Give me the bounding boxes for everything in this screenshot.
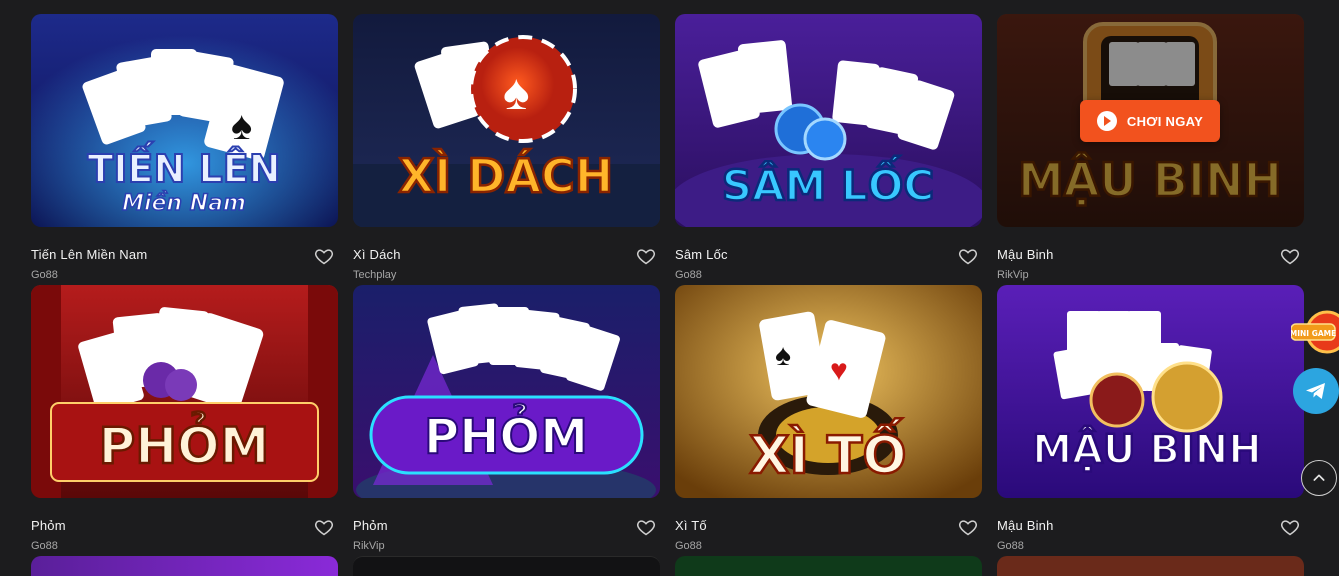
- svg-text:PHỎM: PHỎM: [99, 411, 270, 475]
- game-thumbnail[interactable]: ♠ XÌ DÁCH: [353, 14, 660, 227]
- game-meta: Xì Tố Go88: [675, 498, 982, 556]
- svg-text:♠: ♠: [775, 339, 791, 372]
- game-provider: Go88: [997, 540, 1024, 552]
- game-title[interactable]: Phỏm: [31, 518, 66, 533]
- svg-text:♠: ♠: [231, 104, 252, 148]
- favorite-heart-icon[interactable]: [958, 517, 978, 537]
- game-art: SÂM LỐC: [675, 14, 982, 227]
- favorite-heart-icon[interactable]: [636, 246, 656, 266]
- game-title[interactable]: Mậu Binh: [997, 518, 1054, 533]
- game-art: PHỎM: [31, 285, 338, 498]
- svg-text:XÌ DÁCH: XÌ DÁCH: [399, 149, 614, 203]
- game-meta: Tiến Lên Miền Nam Go88: [31, 227, 338, 285]
- game-title[interactable]: Tiến Lên Miền Nam: [31, 247, 147, 262]
- game-provider: Go88: [31, 540, 58, 552]
- game-meta: Mậu Binh RikVip: [997, 227, 1304, 285]
- game-thumbnail[interactable]: ♠ ♥ XÌ TỐ: [675, 285, 982, 498]
- svg-text:XÌ TỐ: XÌ TỐ: [749, 418, 906, 486]
- game-thumbnail[interactable]: PHỎM: [31, 285, 338, 498]
- favorite-heart-icon[interactable]: [1280, 517, 1300, 537]
- game-title[interactable]: Sâm Lốc: [675, 247, 728, 262]
- svg-text:PHỎM: PHỎM: [424, 403, 588, 465]
- game-thumbnail[interactable]: [353, 556, 660, 576]
- game-title[interactable]: Xì Dách: [353, 247, 401, 262]
- game-art: ♠ TIẾN LÊN Miền Nam: [31, 14, 338, 227]
- scroll-top-button[interactable]: [1301, 460, 1337, 496]
- chevron-up-icon: [1313, 474, 1325, 481]
- game-card[interactable]: ♠ ♥ XÌ TỐ Xì Tố Go88: [675, 285, 982, 556]
- svg-text:♥: ♥: [830, 354, 848, 387]
- game-thumbnail[interactable]: MẬU BINH CHƠI NGAY: [997, 14, 1304, 227]
- game-thumbnail[interactable]: [675, 556, 982, 576]
- game-meta: Phỏm RikVip: [353, 498, 660, 556]
- game-provider: Go88: [31, 269, 58, 281]
- game-meta: Mậu Binh Go88: [997, 498, 1304, 556]
- game-card[interactable]: SÂM LỐC Sâm Lốc Go88: [675, 14, 982, 285]
- favorite-heart-icon[interactable]: [314, 246, 334, 266]
- game-card[interactable]: PHỎM Phỏm RikVip: [353, 285, 660, 556]
- game-card[interactable]: ♠ TIẾN LÊN Miền Nam Tiến Lên Miền Nam Go…: [31, 14, 338, 285]
- game-card[interactable]: ♠ XÌ DÁCH Xì Dách Techplay: [353, 14, 660, 285]
- game-thumbnail[interactable]: PHỎM: [353, 285, 660, 498]
- play-now-button[interactable]: CHƠI NGAY: [1080, 100, 1220, 142]
- game-provider: Go88: [675, 540, 702, 552]
- game-thumbnail[interactable]: MẬU BINH: [997, 285, 1304, 498]
- game-title[interactable]: Phỏm: [353, 518, 388, 533]
- game-grid: ♠ TIẾN LÊN Miền Nam Tiến Lên Miền Nam Go…: [31, 14, 1304, 556]
- favorite-heart-icon[interactable]: [1280, 246, 1300, 266]
- game-provider: Techplay: [353, 269, 397, 281]
- telegram-button[interactable]: [1293, 368, 1339, 414]
- game-art: ♠ ♥ XÌ TỐ: [675, 285, 982, 498]
- game-title[interactable]: Xì Tố: [675, 518, 707, 533]
- svg-text:MẬU BINH: MẬU BINH: [1032, 425, 1262, 473]
- svg-text:MINI GAME: MINI GAME: [1291, 329, 1336, 338]
- telegram-icon: [1306, 383, 1325, 399]
- svg-text:Miền Nam: Miền Nam: [122, 191, 246, 216]
- svg-text:♠: ♠: [503, 64, 530, 120]
- favorite-heart-icon[interactable]: [636, 517, 656, 537]
- next-row-thumbnails: [31, 556, 1304, 576]
- favorite-heart-icon[interactable]: [314, 517, 334, 537]
- game-art: ♠ XÌ DÁCH: [353, 14, 660, 227]
- game-thumbnail[interactable]: ♠ TIẾN LÊN Miền Nam: [31, 14, 338, 227]
- game-thumbnail[interactable]: [997, 556, 1304, 576]
- game-thumbnail[interactable]: [31, 556, 338, 576]
- game-art: MẬU BINH: [997, 285, 1304, 498]
- mini-game-widget[interactable]: MINI GAME: [1290, 306, 1339, 358]
- game-title[interactable]: Mậu Binh: [997, 247, 1054, 262]
- svg-text:SÂM LỐC: SÂM LỐC: [722, 154, 934, 210]
- svg-text:TIẾN LÊN: TIẾN LÊN: [87, 142, 280, 191]
- game-card[interactable]: MẬU BINH CHƠI NGAY Mậu Binh RikVip: [997, 14, 1304, 285]
- game-meta: Xì Dách Techplay: [353, 227, 660, 285]
- game-provider: RikVip: [997, 269, 1029, 281]
- play-icon: [1096, 111, 1117, 131]
- game-meta: Phỏm Go88: [31, 498, 338, 556]
- game-card[interactable]: PHỎM Phỏm Go88: [31, 285, 338, 556]
- game-provider: RikVip: [353, 540, 385, 552]
- play-now-label: CHƠI NGAY: [1126, 113, 1204, 129]
- favorite-heart-icon[interactable]: [958, 246, 978, 266]
- game-thumbnail[interactable]: SÂM LỐC: [675, 14, 982, 227]
- game-meta: Sâm Lốc Go88: [675, 227, 982, 285]
- game-card[interactable]: MẬU BINH Mậu Binh Go88: [997, 285, 1304, 556]
- game-provider: Go88: [675, 269, 702, 281]
- game-art: PHỎM: [353, 285, 660, 498]
